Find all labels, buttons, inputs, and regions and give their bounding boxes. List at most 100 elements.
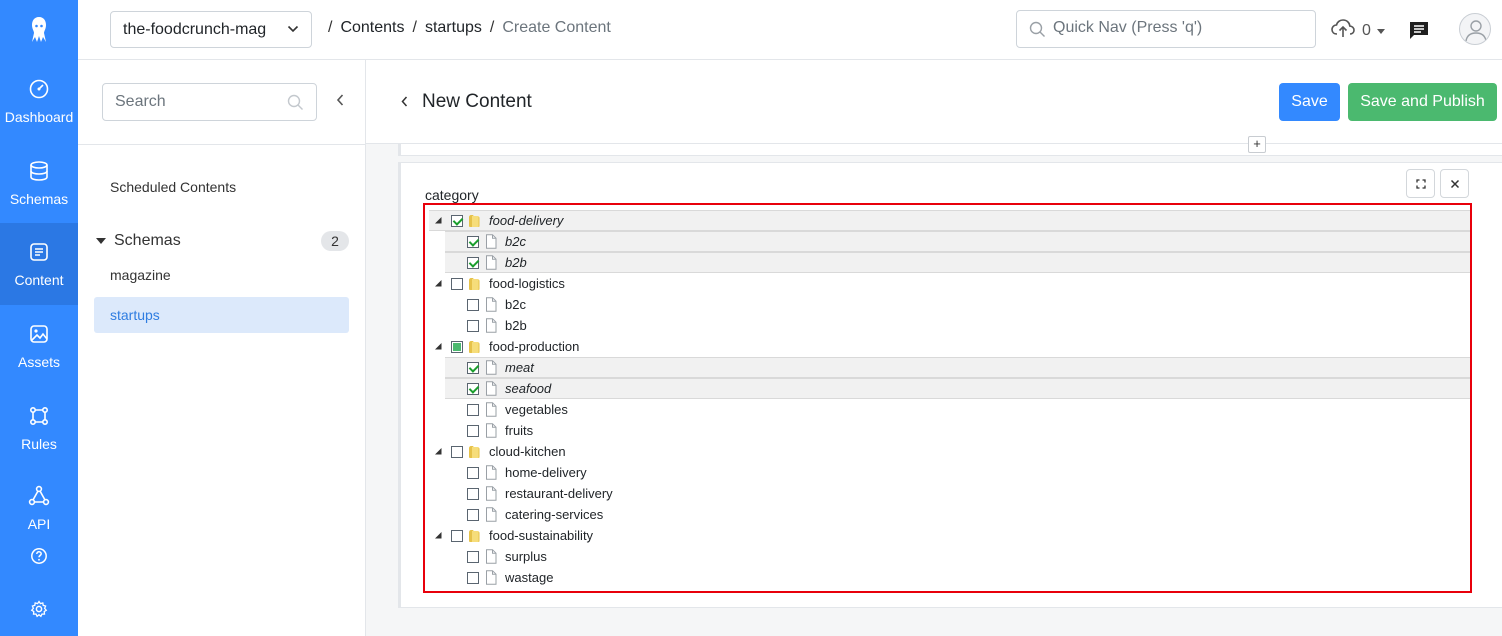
help-button[interactable] (0, 547, 78, 565)
nav-api[interactable]: API (0, 470, 78, 546)
tree-leaf-node[interactable]: home-delivery (425, 462, 1470, 483)
tree-node-label[interactable]: b2c (505, 297, 526, 312)
tree-node-label[interactable]: restaurant-delivery (505, 486, 613, 501)
tree-checkbox[interactable] (467, 298, 479, 311)
close-button[interactable] (1440, 169, 1469, 198)
tree-checkbox[interactable] (467, 508, 479, 521)
tree-leaf-node[interactable]: surplus (425, 546, 1470, 567)
fullscreen-icon (1415, 178, 1426, 189)
tree-checkbox[interactable] (451, 214, 463, 227)
tree-leaf-node[interactable]: b2b (425, 315, 1470, 336)
tree-checkbox[interactable] (467, 571, 479, 584)
tree-checkbox[interactable] (467, 550, 479, 563)
squidex-logo-icon[interactable] (0, 0, 78, 60)
tree-node-label[interactable]: food-sustainability (489, 528, 593, 543)
tree-folder-node[interactable]: food-sustainability (425, 525, 1470, 546)
tree-node-label[interactable]: fruits (505, 423, 533, 438)
tree-node-label[interactable]: meat (505, 360, 534, 375)
folder-icon (467, 444, 481, 459)
expand-toggle-icon[interactable] (433, 531, 443, 541)
save-button[interactable]: Save (1279, 83, 1340, 121)
tree-leaf-node[interactable]: vegetables (425, 399, 1470, 420)
tree-folder-node[interactable]: food-production (425, 336, 1470, 357)
tree-leaf-node[interactable]: b2c (425, 294, 1470, 315)
sidebar-item-startups[interactable]: startups (94, 297, 349, 333)
tree-node-label[interactable]: cloud-kitchen (489, 444, 566, 459)
tree-checkbox[interactable] (467, 403, 479, 416)
breadcrumb-schema[interactable]: startups (425, 19, 482, 37)
tree-checkbox[interactable] (467, 487, 479, 500)
tree-leaf-node[interactable]: restaurant-delivery (425, 483, 1470, 504)
back-button[interactable] (400, 95, 409, 113)
tree-leaf-node[interactable]: catering-services (425, 504, 1470, 525)
tree-folder-node[interactable]: food-delivery (429, 210, 1470, 231)
tree-node-label[interactable]: home-delivery (505, 465, 587, 480)
save-and-publish-button[interactable]: Save and Publish (1348, 83, 1497, 121)
caret-down-icon (88, 237, 114, 245)
expand-toggle-icon[interactable] (433, 279, 443, 289)
nav-assets[interactable]: Assets (0, 305, 78, 387)
tree-checkbox[interactable] (467, 466, 479, 479)
nav-content[interactable]: Content (0, 223, 78, 305)
page-title: New Content (422, 91, 532, 112)
tree-checkbox[interactable] (467, 382, 479, 395)
folder-icon (467, 276, 481, 291)
schemas-group-label: Schemas (114, 232, 181, 249)
file-icon (484, 297, 498, 312)
upload-status-button[interactable]: 0 (1330, 17, 1385, 44)
nav-rules[interactable]: Rules (0, 387, 78, 469)
tree-leaf-node[interactable]: wastage (425, 567, 1470, 588)
tree-node-label[interactable]: seafood (505, 381, 551, 396)
tree-node-label[interactable]: surplus (505, 549, 547, 564)
tree-checkbox[interactable] (467, 361, 479, 374)
tree-checkbox[interactable] (467, 319, 479, 332)
add-field-button[interactable]: + (1248, 136, 1266, 153)
scheduled-contents-link[interactable]: Scheduled Contents (110, 179, 236, 195)
tree-node-label[interactable]: b2c (505, 234, 526, 249)
schemas-group-toggle[interactable]: Schemas (88, 232, 181, 250)
dashboard-gauge-icon (29, 79, 49, 98)
nav-dashboard[interactable]: Dashboard (0, 60, 78, 142)
tree-folder-node[interactable]: cloud-kitchen (425, 441, 1470, 462)
file-icon (484, 465, 498, 480)
expand-toggle-icon[interactable] (433, 342, 443, 352)
tree-leaf-node[interactable]: meat (445, 357, 1470, 378)
chat-button[interactable] (1408, 20, 1430, 45)
folder-icon (467, 528, 481, 543)
tree-node-label[interactable]: wastage (505, 570, 553, 585)
app-selector[interactable]: the-foodcrunch-mag (110, 11, 312, 48)
tree-node-label[interactable]: food-delivery (489, 213, 563, 228)
tree-folder-node[interactable]: food-logistics (425, 273, 1470, 294)
tree-checkbox[interactable] (451, 529, 463, 542)
expand-toggle-icon[interactable] (433, 447, 443, 457)
quick-nav-input[interactable] (1053, 19, 1303, 37)
sidebar-item-magazine[interactable]: magazine (94, 257, 349, 293)
tree-leaf-node[interactable]: b2b (445, 252, 1470, 273)
breadcrumb-contents[interactable]: Contents (340, 19, 404, 37)
tree-checkbox[interactable] (467, 256, 479, 269)
tree-checkbox[interactable] (467, 235, 479, 248)
collapse-sidebar-button[interactable] (335, 93, 345, 112)
tree-node-label[interactable]: food-production (489, 339, 579, 354)
tree-node-label[interactable]: food-logistics (489, 276, 565, 291)
tree-node-label[interactable]: vegetables (505, 402, 568, 417)
tree-node-label[interactable]: b2b (505, 318, 527, 333)
settings-button[interactable] (0, 600, 78, 618)
fullscreen-button[interactable] (1406, 169, 1435, 198)
sidebar-search-input[interactable] (115, 93, 275, 111)
tree-node-label[interactable]: catering-services (505, 507, 603, 522)
tree-checkbox[interactable] (451, 277, 463, 290)
tree-checkbox[interactable] (451, 340, 463, 353)
search-icon (287, 94, 304, 116)
folder-icon (467, 339, 481, 354)
tree-leaf-node[interactable]: fruits (425, 420, 1470, 441)
tree-node-label[interactable]: b2b (505, 255, 527, 270)
tree-leaf-node[interactable]: b2c (445, 231, 1470, 252)
nav-schemas[interactable]: Schemas (0, 142, 78, 224)
tree-checkbox[interactable] (467, 424, 479, 437)
user-avatar[interactable] (1459, 13, 1491, 45)
expand-toggle-icon[interactable] (433, 216, 443, 226)
chevron-down-icon (287, 22, 299, 41)
tree-checkbox[interactable] (451, 445, 463, 458)
tree-leaf-node[interactable]: seafood (445, 378, 1470, 399)
